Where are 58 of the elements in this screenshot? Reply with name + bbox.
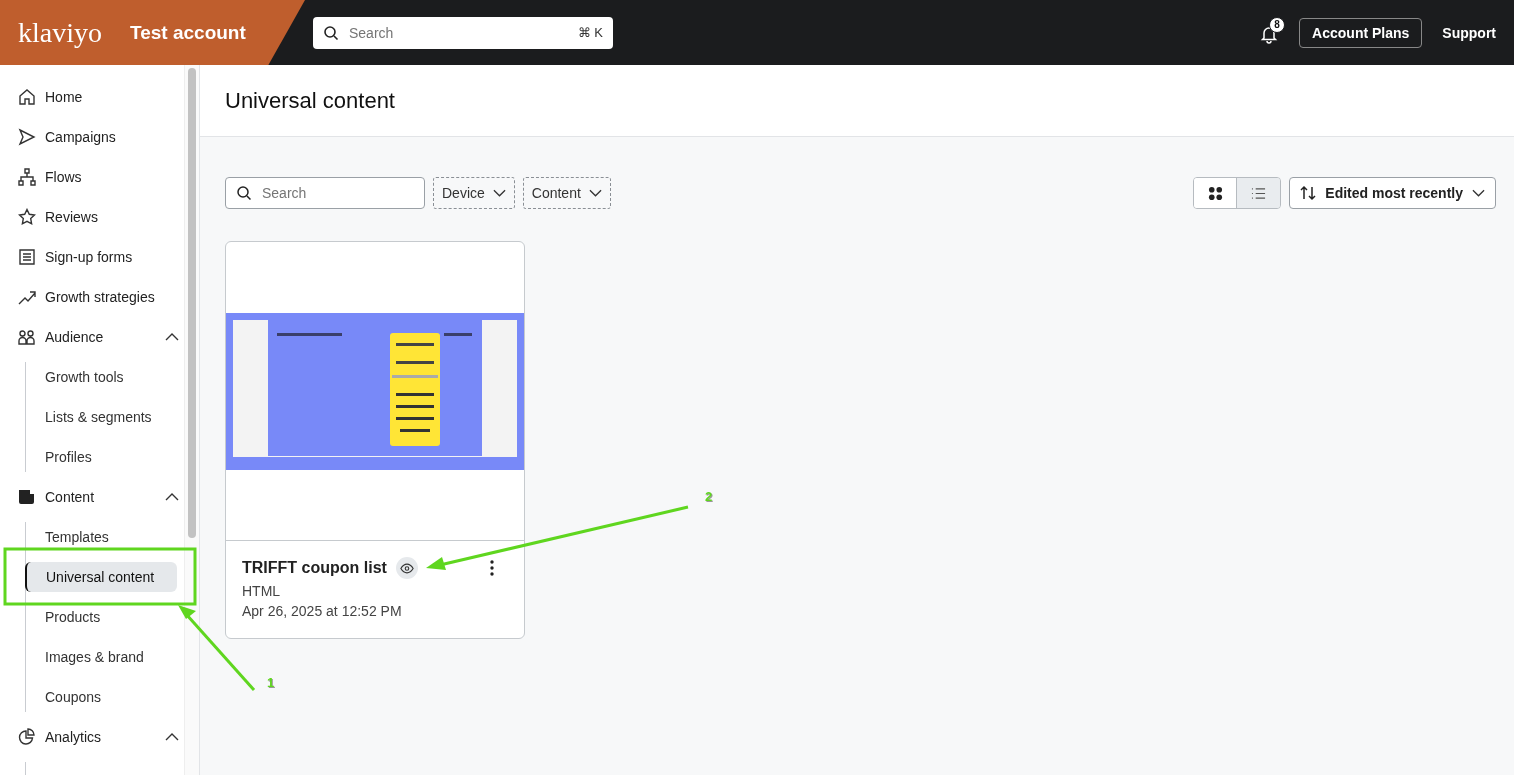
list-view-button[interactable] xyxy=(1237,178,1281,208)
grid-icon xyxy=(1207,185,1223,201)
filter-dropdown[interactable]: Device xyxy=(433,177,515,209)
sort-dropdown[interactable]: Edited most recently xyxy=(1289,177,1496,209)
chevron-icon xyxy=(492,189,506,197)
grid-view-button[interactable] xyxy=(1194,178,1238,208)
nav-subitem[interactable]: Growth tools xyxy=(26,362,177,392)
send-icon xyxy=(18,128,36,146)
account-name: Test account xyxy=(130,21,246,44)
nav-item[interactable]: Campaigns xyxy=(10,122,183,152)
filter-dropdown[interactable]: Content xyxy=(522,177,611,209)
nav-item[interactable]: Growth strategies xyxy=(10,282,183,312)
search-icon xyxy=(236,185,252,201)
search-field[interactable]: Search xyxy=(225,177,425,209)
star-icon xyxy=(18,208,36,226)
content-icon xyxy=(18,488,36,506)
nav-item[interactable]: Flows xyxy=(10,162,183,192)
nav-item[interactable]: Sign-up forms xyxy=(10,242,183,272)
page-title: Universal content xyxy=(225,87,395,114)
eye-icon xyxy=(399,562,414,574)
nav-subitem[interactable]: Profiles xyxy=(26,442,177,472)
people-icon xyxy=(18,328,36,346)
flow-icon xyxy=(18,168,36,186)
nav-item[interactable]: Content xyxy=(10,482,183,512)
nav-subitem[interactable]: Coupons xyxy=(26,682,177,712)
preview-button[interactable] xyxy=(395,557,418,579)
trend-icon xyxy=(18,288,36,306)
nav-item[interactable]: Audience xyxy=(10,322,183,352)
nav-subitem[interactable]: Templates xyxy=(26,522,177,552)
card-title: TRIFFT coupon list xyxy=(242,559,387,577)
card-type: HTML xyxy=(242,583,282,599)
annotation-number: 2 xyxy=(705,489,713,504)
shortcut-hint: ⌘ K xyxy=(577,24,603,40)
more-icon[interactable] xyxy=(490,560,494,576)
list-icon xyxy=(1251,185,1267,201)
form-icon xyxy=(18,248,36,266)
scrollbar[interactable] xyxy=(184,65,199,775)
nav-item[interactable]: Home xyxy=(10,82,183,112)
annotation-number: 1 xyxy=(267,675,275,690)
nav-subitem[interactable]: Images & brand xyxy=(26,642,177,672)
notifications-button[interactable]: 8 xyxy=(1259,20,1284,45)
notification-count: 8 xyxy=(1269,16,1286,33)
content-card[interactable]: TRIFFT coupon list HTML Apr 26, 2025 at 12:52 PM xyxy=(225,241,525,639)
support-link[interactable]: Support xyxy=(1436,23,1502,42)
home-icon xyxy=(18,88,36,106)
chevron-icon xyxy=(1472,189,1485,197)
account-plans-button[interactable]: Account Plans xyxy=(1299,17,1423,48)
chevron-icon xyxy=(588,189,602,197)
logo[interactable]: klaviyo xyxy=(18,16,102,49)
chart-icon xyxy=(18,728,36,746)
sort-icon xyxy=(1300,185,1317,201)
card-date: Apr 26, 2025 at 12:52 PM xyxy=(242,603,403,619)
nav-subitem[interactable]: Products xyxy=(26,602,177,632)
nav-item[interactable]: Analytics xyxy=(10,722,183,752)
search-icon xyxy=(323,24,339,41)
nav-item[interactable]: Reviews xyxy=(10,202,183,232)
nav-subitem[interactable]: Universal content xyxy=(25,562,177,592)
nav-subitem[interactable]: Lists & segments xyxy=(26,402,177,432)
